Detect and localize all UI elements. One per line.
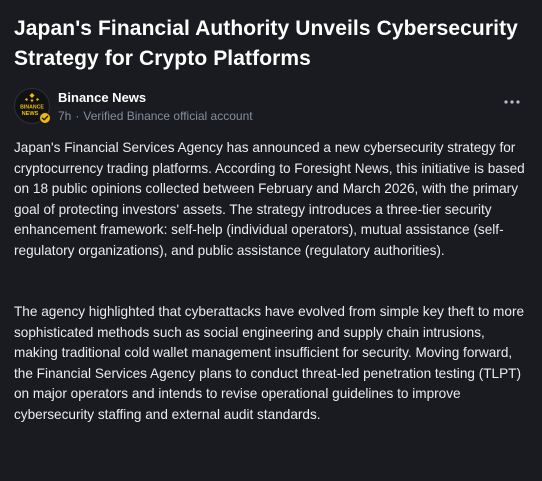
verified-label: Verified Binance official account: [83, 109, 253, 123]
news-article: Japan's Financial Authority Unveils Cybe…: [0, 0, 542, 481]
article-paragraph: The agency highlighted that cyberattacks…: [14, 304, 525, 422]
article-body: Japan's Financial Services Agency has an…: [14, 138, 528, 425]
avatar-text-bottom: NEWS: [22, 111, 39, 117]
article-title: Japan's Financial Authority Unveils Cybe…: [14, 17, 518, 70]
post-time: 7h: [58, 109, 72, 123]
author-row: BINANCE NEWS Binance News 7h · Verified Bi…: [14, 88, 528, 124]
verified-check-icon: [39, 112, 51, 124]
meta-separator: ·: [75, 109, 80, 123]
more-options-button[interactable]: [502, 92, 522, 112]
more-horizontal-icon: [504, 100, 520, 104]
avatar-text-top: BINANCE: [20, 105, 44, 111]
author-name[interactable]: Binance News: [58, 90, 146, 106]
article-paragraph: Japan's Financial Services Agency has an…: [14, 140, 525, 258]
author-meta: 7h · Verified Binance official account: [58, 109, 253, 123]
